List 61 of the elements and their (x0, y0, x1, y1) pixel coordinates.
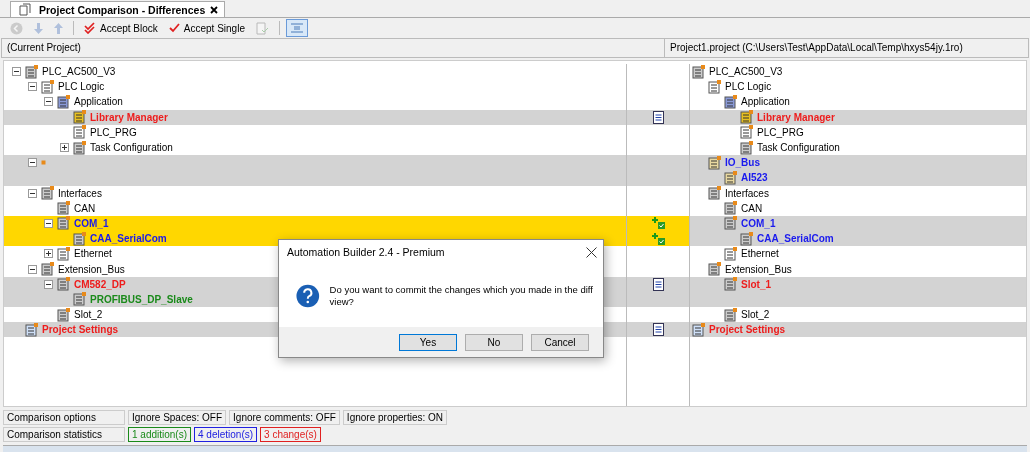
close-icon[interactable] (586, 246, 597, 258)
tree-expander[interactable] (12, 67, 21, 77)
footer-value: 1 addition(s) (128, 427, 192, 442)
close-icon[interactable] (210, 5, 219, 14)
footer-label: Comparison statistics (3, 427, 125, 442)
footer-value: Ignore comments: OFF (229, 410, 340, 425)
tree-item[interactable]: Interfaces (725, 187, 769, 199)
tree-item[interactable]: Slot_2 (741, 309, 770, 321)
tree-item[interactable]: PLC Logic (725, 81, 772, 93)
tree-item[interactable]: CAN (74, 202, 96, 214)
tree-item[interactable]: CAA_SerialCom (90, 233, 167, 245)
tree-expander[interactable] (44, 249, 53, 259)
tree-item[interactable]: Interfaces (58, 187, 102, 199)
tree-item[interactable]: CAA_SerialCom (757, 233, 834, 245)
question-icon (296, 282, 320, 309)
tree-item[interactable]: PLC_PRG (757, 126, 804, 138)
tree-item[interactable]: Ethernet (741, 248, 779, 260)
tree-item[interactable]: Task Configuration (757, 142, 840, 154)
tree-item[interactable]: COM_1 (74, 217, 109, 229)
document-icon (19, 3, 31, 16)
dialog-button[interactable]: Yes (399, 333, 457, 351)
tree-item[interactable]: AI523 (741, 172, 768, 184)
tree-item[interactable]: Application (74, 96, 123, 108)
tree-item[interactable]: Task Configuration (90, 142, 173, 154)
tree-item[interactable]: COM_1 (741, 217, 776, 229)
tree-expander[interactable] (44, 279, 53, 289)
footer-value: 3 change(s) (260, 427, 321, 442)
dialog-message: Do you want to commit the changes which you made in the diff view? (329, 283, 593, 308)
tree-expander[interactable] (28, 188, 37, 198)
dialog-title: Automation Builder 2.4 - Premium (287, 246, 445, 258)
tree-item[interactable]: PLC_AC500_V3 (42, 66, 116, 78)
tree-expander[interactable] (28, 264, 37, 274)
tree-item[interactable]: Extension_Bus (58, 263, 125, 275)
double-check-icon (84, 22, 96, 34)
footer-label: Comparison options (3, 410, 125, 425)
document-tab[interactable]: Project Comparison - Differences (10, 1, 226, 17)
toggle-icon[interactable] (285, 19, 308, 37)
project-label: (Current Project) (2, 39, 665, 57)
check-icon (168, 23, 180, 33)
footer-value: Ignore properties: ON (342, 410, 448, 425)
tree-item[interactable]: PLC_PRG (90, 126, 137, 138)
tree-item[interactable]: Slot_2 (74, 309, 103, 321)
tree-item[interactable]: Application (741, 96, 790, 108)
tree-item[interactable]: PLC_AC500_V3 (709, 66, 783, 78)
tree-item[interactable]: Extension_Bus (725, 263, 792, 275)
tree-expander[interactable] (60, 143, 69, 153)
tree-item[interactable]: CAN (741, 202, 763, 214)
tree-expander[interactable] (44, 218, 53, 228)
tree-item[interactable]: PLC Logic (58, 81, 105, 93)
tree-item[interactable]: IO_Bus (725, 157, 760, 169)
tree-item[interactable]: Ethernet (74, 248, 112, 260)
dialog-button[interactable]: Cancel (531, 333, 589, 351)
tree-expander[interactable] (44, 97, 53, 107)
dialog-button[interactable]: No (465, 333, 523, 351)
footer-value: 4 deletion(s) (194, 427, 258, 442)
footer-value: Ignore Spaces: OFF (128, 410, 227, 425)
toolbar-button[interactable]: Accept Single (164, 19, 249, 37)
toolbar-button[interactable]: Accept Block (80, 19, 162, 37)
project-label: Project1.project (C:\Users\Test\AppData\Local\Temp\hxys54jy.1ro) (669, 41, 964, 55)
tree-expander[interactable] (28, 158, 37, 168)
tree-expander[interactable] (28, 82, 37, 92)
